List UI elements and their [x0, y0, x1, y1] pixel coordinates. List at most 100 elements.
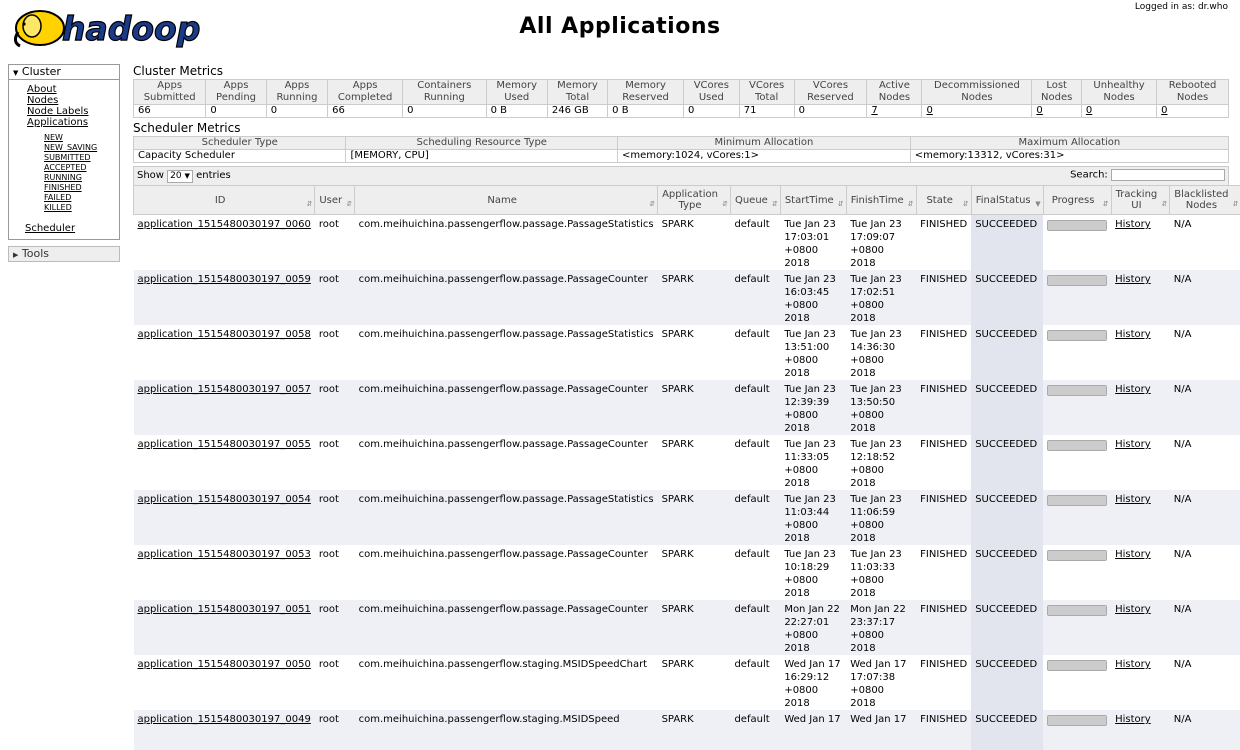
column-header[interactable]: Application Type⇵ — [658, 186, 731, 215]
cell-queue: default — [730, 545, 780, 600]
sidebar-item-applications[interactable]: Applications — [27, 117, 88, 128]
history-link[interactable]: History — [1115, 714, 1151, 725]
progress-fill — [1048, 221, 1106, 230]
column-header[interactable]: User⇵ — [315, 186, 355, 215]
history-link[interactable]: History — [1115, 219, 1151, 230]
cell-final: SUCCEEDED — [971, 710, 1043, 750]
table-row: application_1515480030197_0053rootcom.me… — [134, 545, 1240, 600]
column-header-label: Progress — [1052, 195, 1095, 206]
table-row: application_1515480030197_0060rootcom.me… — [134, 215, 1240, 271]
history-link[interactable]: History — [1115, 274, 1151, 285]
progress-fill — [1048, 606, 1106, 615]
login-status: Logged in as: dr.who — [1135, 2, 1228, 12]
application-id-link[interactable]: application_1515480030197_0060 — [138, 219, 311, 230]
sort-icon: ▼ — [1035, 199, 1040, 210]
sidebar-state-new-saving[interactable]: NEW_SAVING — [44, 143, 97, 152]
search-control: Search: — [1070, 169, 1225, 181]
column-header[interactable]: Blacklisted Nodes⇵ — [1170, 186, 1240, 215]
column-header[interactable]: Progress ⇵ — [1043, 186, 1111, 215]
application-id-link[interactable]: application_1515480030197_0053 — [138, 549, 311, 560]
cell-user: root — [315, 270, 355, 325]
cluster-metric-cell: 0 — [1157, 105, 1229, 118]
application-id-link[interactable]: application_1515480030197_0058 — [138, 329, 311, 340]
cell-id: application_1515480030197_0049 — [134, 710, 315, 750]
cluster-metric-link[interactable]: 0 — [1086, 105, 1092, 116]
column-header[interactable]: FinalStatus▼ — [971, 186, 1043, 215]
history-link[interactable]: History — [1115, 494, 1151, 505]
table-row: application_1515480030197_0050rootcom.me… — [134, 655, 1240, 710]
cluster-header[interactable]: ▼ Cluster — [9, 65, 119, 80]
cell-tracking: History — [1111, 655, 1170, 710]
cell-type: SPARK — [658, 435, 731, 490]
sidebar-item-nodes[interactable]: Nodes — [27, 95, 58, 106]
application-id-link[interactable]: application_1515480030197_0050 — [138, 659, 311, 670]
history-link[interactable]: History — [1115, 384, 1151, 395]
sidebar-state-new[interactable]: NEW — [44, 133, 63, 142]
sidebar-state-accepted[interactable]: ACCEPTED — [44, 163, 86, 172]
history-link[interactable]: History — [1115, 329, 1151, 340]
cluster-metric-cell: 0 — [922, 105, 1032, 118]
cell-finish: Tue Jan 23 12:18:52 +0800 2018 — [846, 435, 916, 490]
cluster-metric-link[interactable]: 0 — [1036, 105, 1042, 116]
cluster-metric-cell: 0 B — [608, 105, 684, 118]
cluster-metric-cell: 0 — [683, 105, 739, 118]
application-id-link[interactable]: application_1515480030197_0059 — [138, 274, 311, 285]
application-id-link[interactable]: application_1515480030197_0054 — [138, 494, 311, 505]
sidebar-item-scheduler[interactable]: Scheduler — [25, 223, 75, 234]
application-id-link[interactable]: application_1515480030197_0055 — [138, 439, 311, 450]
cell-id: application_1515480030197_0055 — [134, 435, 315, 490]
application-id-link[interactable]: application_1515480030197_0049 — [138, 714, 311, 725]
column-header[interactable]: Queue⇵ — [730, 186, 780, 215]
sidebar-state-running[interactable]: RUNNING — [44, 173, 82, 182]
cluster-metrics-table: Apps SubmittedApps PendingApps RunningAp… — [133, 79, 1229, 118]
cell-tracking: History — [1111, 325, 1170, 380]
cell-user: root — [315, 435, 355, 490]
cluster-section: ▼ Cluster About Nodes Node Labels Applic… — [8, 64, 120, 240]
page-size-select[interactable]: 20 ▼ — [167, 170, 193, 183]
application-id-link[interactable]: application_1515480030197_0057 — [138, 384, 311, 395]
table-row: application_1515480030197_0058rootcom.me… — [134, 325, 1240, 380]
cluster-metric-header: Apps Pending — [206, 80, 266, 105]
column-header[interactable]: Name⇵ — [355, 186, 658, 215]
page-size-control: Show 20 ▼ entries — [137, 170, 231, 183]
scheduler-metric-cell: <memory:1024, vCores:1> — [618, 150, 911, 163]
sort-icon: ⇵ — [1103, 199, 1109, 210]
cell-id: application_1515480030197_0050 — [134, 655, 315, 710]
column-header-label: Tracking UI — [1116, 189, 1158, 211]
sidebar-state-finished[interactable]: FINISHED — [44, 183, 82, 192]
column-header[interactable]: Tracking UI⇵ — [1111, 186, 1170, 215]
cluster-metric-link[interactable]: 0 — [926, 105, 932, 116]
cluster-metric-header: Containers Running — [403, 80, 486, 105]
cell-final: SUCCEEDED — [971, 655, 1043, 710]
progress-fill — [1048, 386, 1106, 395]
cell-blacklisted: N/A — [1170, 710, 1240, 750]
sidebar-item-about[interactable]: About — [27, 84, 57, 95]
scheduler-metric-cell: <memory:13312, vCores:31> — [910, 150, 1228, 163]
sidebar-state-killed[interactable]: KILLED — [44, 203, 72, 212]
cell-start: Wed Jan 17 — [780, 710, 846, 750]
cell-name: com.meihuichina.passengerflow.passage.Pa… — [355, 215, 658, 271]
cell-queue: default — [730, 490, 780, 545]
sidebar-state-failed[interactable]: FAILED — [44, 193, 71, 202]
history-link[interactable]: History — [1115, 659, 1151, 670]
column-header[interactable]: FinishTime⇵ — [846, 186, 916, 215]
cell-queue: default — [730, 325, 780, 380]
column-header[interactable]: StartTime⇵ — [780, 186, 846, 215]
cell-queue: default — [730, 380, 780, 435]
column-header[interactable]: ID⇵ — [134, 186, 315, 215]
table-row: application_1515480030197_0051rootcom.me… — [134, 600, 1240, 655]
sidebar-state-submitted[interactable]: SUBMITTED — [44, 153, 91, 162]
search-input[interactable] — [1111, 169, 1225, 181]
progress-bar — [1047, 605, 1107, 616]
cluster-metric-link[interactable]: 0 — [1161, 105, 1167, 116]
cell-blacklisted: N/A — [1170, 325, 1240, 380]
tools-header[interactable]: ▶ Tools — [8, 246, 120, 262]
sidebar-item-node-labels[interactable]: Node Labels — [27, 106, 88, 117]
history-link[interactable]: History — [1115, 549, 1151, 560]
history-link[interactable]: History — [1115, 439, 1151, 450]
column-header[interactable]: State⇵ — [916, 186, 971, 215]
cell-type: SPARK — [658, 215, 731, 271]
cell-final: SUCCEEDED — [971, 215, 1043, 271]
cell-state: FINISHED — [916, 655, 971, 710]
cluster-metric-link[interactable]: 7 — [871, 105, 877, 116]
